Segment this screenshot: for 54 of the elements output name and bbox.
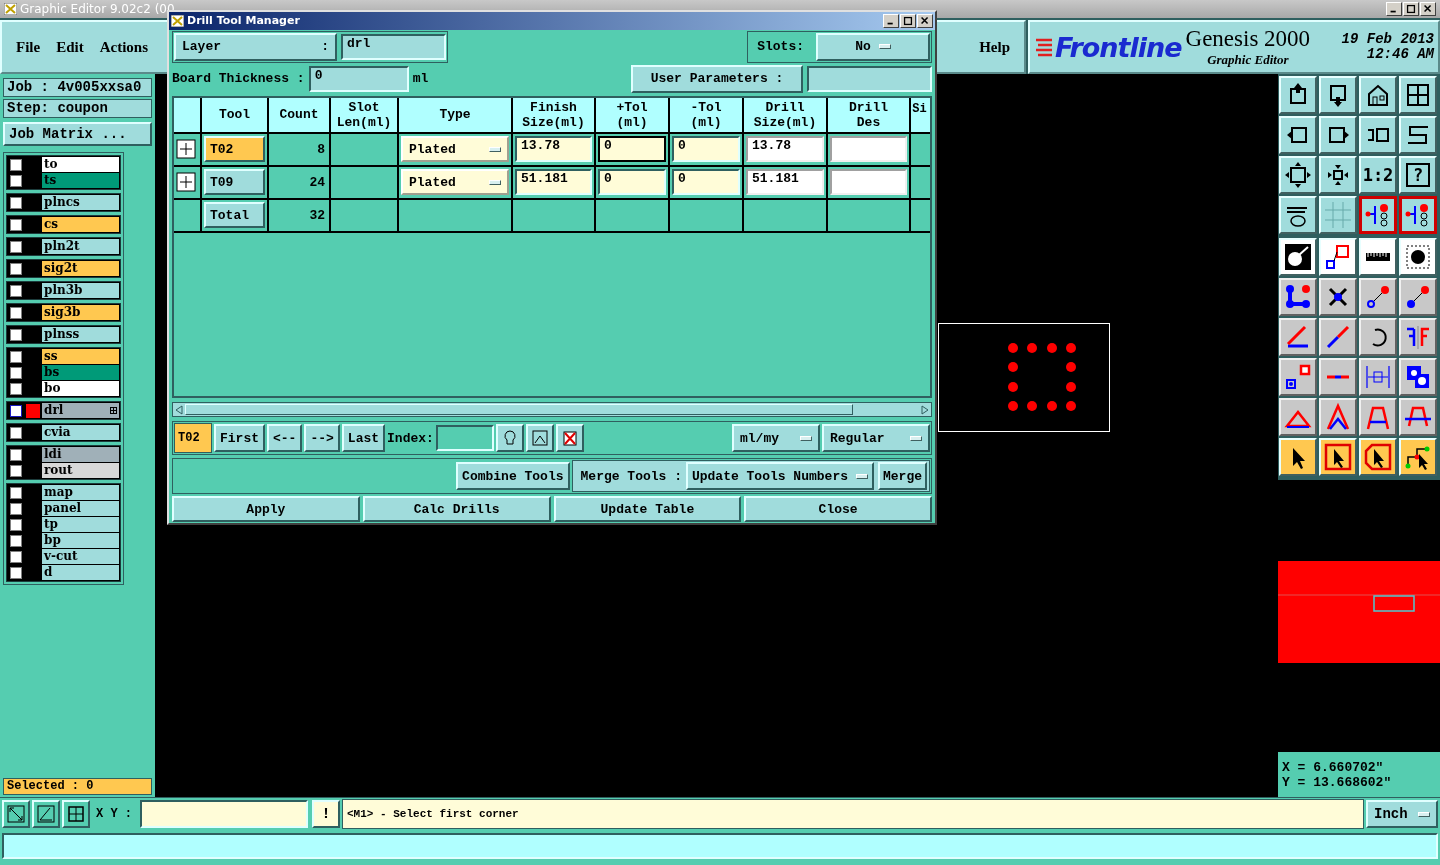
count-cell: 24	[269, 166, 329, 198]
layer-label: plncs	[44, 195, 80, 210]
column-header: Type	[399, 97, 511, 132]
layer-label: tp	[44, 517, 58, 532]
merge-tools-label: Merge Tools :	[580, 468, 682, 484]
count-cell: 8	[269, 133, 329, 165]
layer-label: ldi	[44, 447, 62, 462]
dialog-title: Drill Tool Manager	[187, 14, 301, 28]
column-header: Count	[269, 97, 329, 132]
layer-label: ts	[44, 173, 57, 188]
column-header: Finish Size(ml)	[513, 97, 594, 132]
date-text: 19 Feb 2013	[1341, 32, 1434, 47]
current-tool-label: T02	[174, 423, 212, 453]
column-header: Si	[911, 97, 930, 132]
layer-label: to	[44, 157, 58, 172]
layer-label: bo	[44, 381, 61, 396]
column-header: Tool	[202, 97, 267, 132]
column-header: Drill Des	[828, 97, 909, 132]
layer-label: map	[44, 485, 73, 500]
layer-label: plnss	[44, 327, 80, 342]
layer-label: v-cut	[44, 549, 78, 564]
job-label: Job : 4v005xxsa0	[3, 78, 152, 97]
layer-label: sig2t	[44, 261, 78, 276]
layer-label: bs	[44, 365, 60, 380]
layer-label: bp	[44, 533, 61, 548]
brand-logo: Frontline	[1055, 31, 1182, 63]
step-label: Step: coupon	[3, 99, 152, 118]
time-text: 12:46 AM	[1366, 47, 1434, 62]
total-count-cell: 32	[269, 199, 329, 231]
column-header: +Tol (ml)	[596, 97, 668, 132]
layer-label: d	[44, 565, 53, 580]
layer-label: pln2t	[44, 239, 80, 254]
layer-label: cs	[44, 217, 59, 232]
status-message: <M1> - Select first corner	[342, 799, 1364, 829]
layer-label: panel	[44, 501, 82, 516]
slots-label: Slots:	[756, 39, 805, 55]
selected-count: Selected : 0	[3, 778, 152, 795]
layer-label: ss	[44, 349, 58, 364]
y-coordinate: Y = 13.668602"	[1282, 774, 1393, 790]
index-label: Index:	[387, 430, 434, 446]
column-header: -Tol (ml)	[670, 97, 742, 132]
column-header: Slot Len(ml)	[331, 97, 397, 132]
product-subtitle: Graphic Editor	[1207, 52, 1289, 68]
layer-label: rout	[44, 463, 73, 478]
layer-label: sig3b	[44, 305, 81, 320]
product-name: Genesis 2000	[1185, 26, 1311, 52]
layer-label: pln3b	[44, 283, 83, 298]
unit-label: ml	[412, 71, 429, 87]
layer-label: drl	[44, 403, 64, 418]
x-coordinate: X = 6.660702"	[1282, 759, 1385, 775]
xy-label: X Y :	[96, 807, 132, 821]
board-thickness-label: Board Thickness :	[172, 71, 305, 87]
column-header: Drill Size(ml)	[744, 97, 826, 132]
layer-label: cvia	[44, 425, 71, 440]
